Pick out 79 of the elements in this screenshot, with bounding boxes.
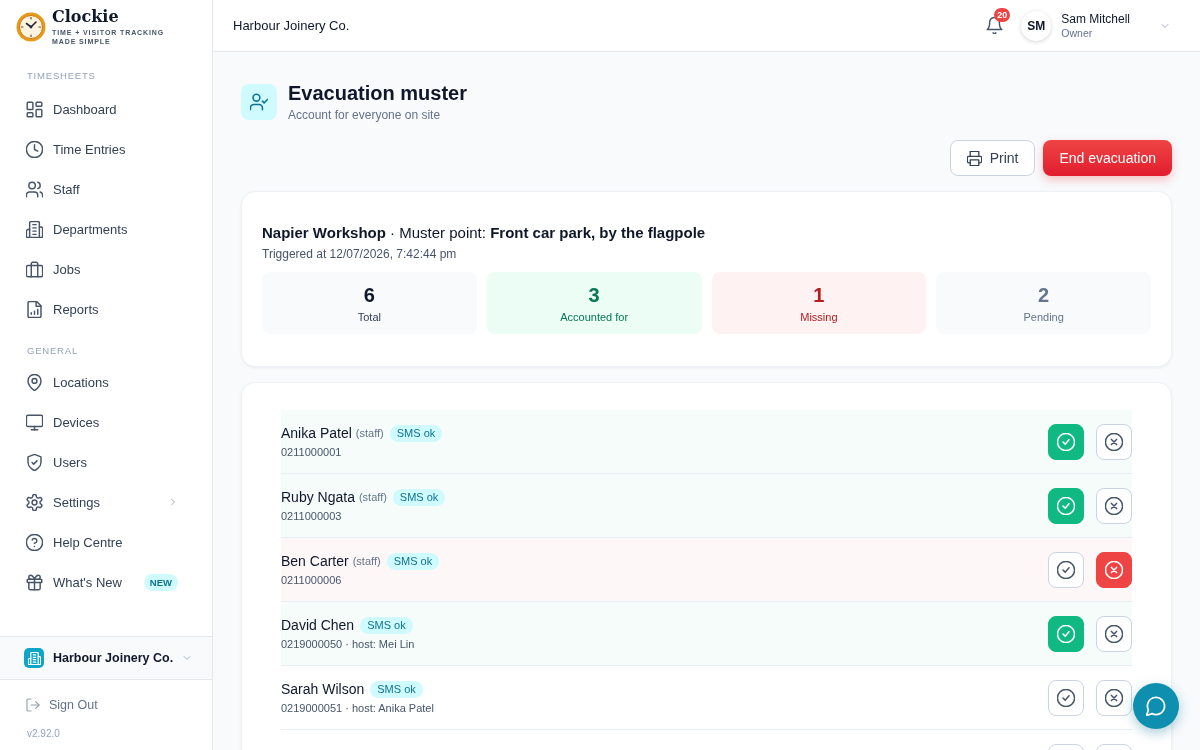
new-badge: NEW [143,573,178,591]
contact-details: 0219000050 · host: Mei Lin [281,637,415,651]
help-icon [26,533,43,551]
person-name: Ben Carter [281,552,349,570]
person-name: Anika Patel [281,424,352,442]
person-name: Ruby Ngata [281,488,355,506]
role-label: (staff) [358,491,387,503]
page-subtitle: Account for everyone on site [288,107,441,123]
person-name: Sarah Wilson [281,680,365,698]
contact-details: 0211000001 [281,445,342,459]
people-icon [26,180,43,198]
user-check-icon [241,84,277,120]
nav-item[interactable]: Users [0,442,212,482]
nav-item[interactable]: Settings [0,482,212,522]
stat-value: 2 [1038,283,1050,307]
user-name: Sam Mitchell [1061,11,1130,27]
role-label: (staff) [352,555,381,567]
stat-value: 1 [813,283,825,307]
shield-check-icon [26,453,43,471]
sign-out-icon [26,698,40,712]
briefcase-icon [26,260,43,278]
clock-icon [26,140,43,158]
end-evacuation-button[interactable]: End evacuation [1043,140,1172,176]
role-label: (staff) [355,427,384,439]
page-title: Evacuation muster [288,81,467,105]
stat-label: Missing [800,311,838,324]
sms-status-badge: SMS ok [370,680,423,698]
building-icon [24,648,44,668]
nav-item[interactable]: Departments [0,209,212,249]
mark-missing-button[interactable] [1096,551,1132,588]
building-icon [26,220,43,238]
contact-details: 0211000003 [281,509,342,523]
notification-count: 20 [994,8,1011,22]
nav-item[interactable]: Devices [0,402,212,442]
sms-status-badge: SMS ok [360,616,413,634]
mark-safe-button[interactable] [1048,551,1084,588]
printer-icon [966,150,982,166]
stat-value: 6 [363,283,375,307]
sms-status-badge: SMS ok [389,424,443,442]
gift-icon [26,573,43,591]
brand-name: Clockie [52,8,119,26]
settings-icon [26,493,43,511]
version-label: v2.92.0 [27,727,60,741]
user-role: Owner [1061,26,1093,40]
triggered-time: Triggered at 12/07/2026, 7:42:44 pm [262,246,458,263]
map-pin-icon [26,373,43,391]
avatar[interactable]: SM [1021,10,1052,41]
document-chart-icon [26,300,43,318]
chat-bubble-icon [1146,696,1166,716]
chevron-down-icon [182,653,193,663]
organization-switcher[interactable]: Harbour Joinery Co. [0,636,212,680]
person-name: David Chen [281,616,355,634]
stat-label: Total [357,311,381,324]
contact-details: 0219000051 · host: Anika Patel [281,701,434,715]
nav-item[interactable]: What's New NEW [0,562,212,602]
section-label: TIMESHEETS [27,70,96,82]
bell-icon[interactable] [986,17,1004,34]
nav-item[interactable]: Help Centre [0,522,212,562]
organization-title: Harbour Joinery Co. [233,18,350,33]
print-button[interactable]: Print [949,140,1036,176]
nav-item[interactable]: Jobs [0,249,212,289]
sms-status-badge: SMS ok [386,552,440,570]
sign-out-link[interactable]: Sign Out [0,692,98,718]
nav-item[interactable]: Reports [0,289,212,329]
nav-item[interactable]: Staff [0,169,212,209]
clock-logo-icon [16,12,46,42]
sms-status-badge: SMS ok [392,488,446,506]
stat-label: Accounted for [560,311,629,324]
nav-item[interactable]: Locations [0,362,212,402]
layout-grid-icon [26,100,43,118]
muster-heading: Napier Workshop · Muster point: Front car park, by the flagpole [262,223,707,243]
nav-item[interactable]: Dashboard [0,89,212,129]
stat-value: 3 [588,283,600,307]
contact-details: 0211000006 [281,573,342,587]
section-label: GENERAL [27,345,78,357]
mark-safe-button[interactable] [1048,679,1084,716]
stat-label: Pending [1023,311,1064,324]
monitor-icon [26,413,43,431]
nav-item[interactable]: Time Entries [0,129,212,169]
